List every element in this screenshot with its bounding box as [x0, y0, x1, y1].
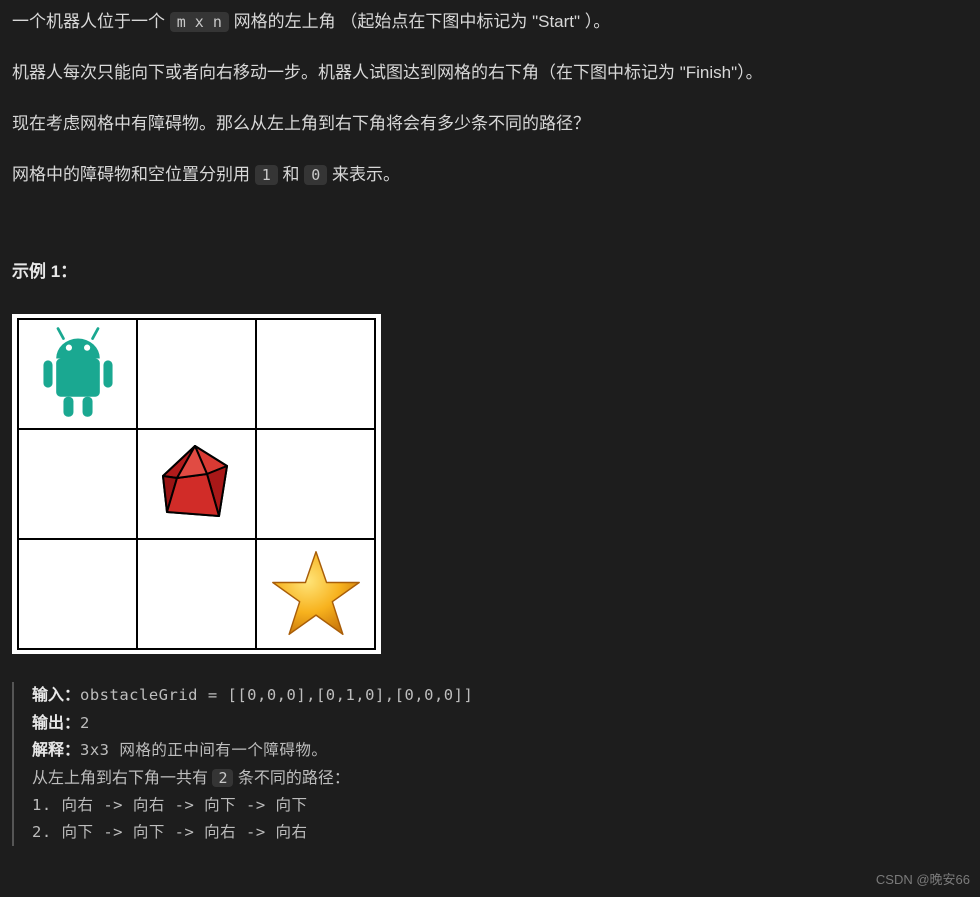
text: 和: [283, 165, 305, 184]
output-value: 2: [80, 714, 90, 732]
grid-cell-empty: [18, 539, 137, 649]
path-1: 1. 向右 -> 向右 -> 向下 -> 向下: [32, 792, 968, 819]
paths-count: 2: [212, 769, 233, 787]
example-1-heading: 示例 1：: [12, 258, 968, 287]
example-io-block: 输入：obstacleGrid = [[0,0,0],[0,1,0],[0,0,…: [12, 682, 968, 845]
inline-code-one: 1: [255, 165, 278, 185]
explain-value: 3x3 网格的正中间有一个障碍物。: [80, 741, 327, 759]
explain-label: 解释：: [32, 742, 80, 759]
grid-cell-empty: [256, 429, 375, 539]
text: 一个机器人位于一个: [12, 12, 170, 31]
grid-cell-finish: [256, 539, 375, 649]
star-icon: [268, 546, 364, 642]
grid-cell-empty: [256, 319, 375, 429]
grid-cell-empty: [18, 429, 137, 539]
robot-icon: [32, 324, 124, 424]
watermark: CSDN @晚安66: [876, 869, 970, 891]
input-value: obstacleGrid = [[0,0,0],[0,1,0],[0,0,0]]: [80, 686, 473, 704]
path-2: 2. 向下 -> 向下 -> 向右 -> 向右: [32, 819, 968, 846]
example-grid: [12, 314, 381, 654]
grid-cell-start: [18, 319, 137, 429]
output-label: 输出：: [32, 715, 80, 732]
ruby-icon: [147, 434, 247, 534]
inline-code-grid-size: m x n: [170, 12, 229, 32]
problem-paragraph-1: 一个机器人位于一个 m x n 网格的左上角 （起始点在下图中标记为 "Star…: [12, 8, 968, 37]
problem-paragraph-4: 网格中的障碍物和空位置分别用 1 和 0 来表示。: [12, 161, 968, 190]
explain-line: 解释：3x3 网格的正中间有一个障碍物。: [32, 737, 968, 765]
text: 网格中的障碍物和空位置分别用: [12, 165, 255, 184]
problem-paragraph-3: 现在考虑网格中有障碍物。那么从左上角到右下角将会有多少条不同的路径？: [12, 110, 968, 139]
text: 来表示。: [332, 165, 400, 184]
output-line: 输出：2: [32, 710, 968, 738]
grid-cell-empty: [137, 539, 256, 649]
paths-intro-line: 从左上角到右下角一共有 2 条不同的路径：: [32, 765, 968, 793]
input-line: 输入：obstacleGrid = [[0,0,0],[0,1,0],[0,0,…: [32, 682, 968, 710]
text: 从左上角到右下角一共有: [32, 770, 212, 787]
text: 条不同的路径：: [233, 770, 349, 787]
grid-cell-empty: [137, 319, 256, 429]
text: 网格的左上角 （起始点在下图中标记为 "Start" ）。: [234, 12, 611, 31]
input-label: 输入：: [32, 687, 80, 704]
problem-paragraph-2: 机器人每次只能向下或者向右移动一步。机器人试图达到网格的右下角（在下图中标记为 …: [12, 59, 968, 88]
grid-cell-obstacle: [137, 429, 256, 539]
inline-code-zero: 0: [304, 165, 327, 185]
